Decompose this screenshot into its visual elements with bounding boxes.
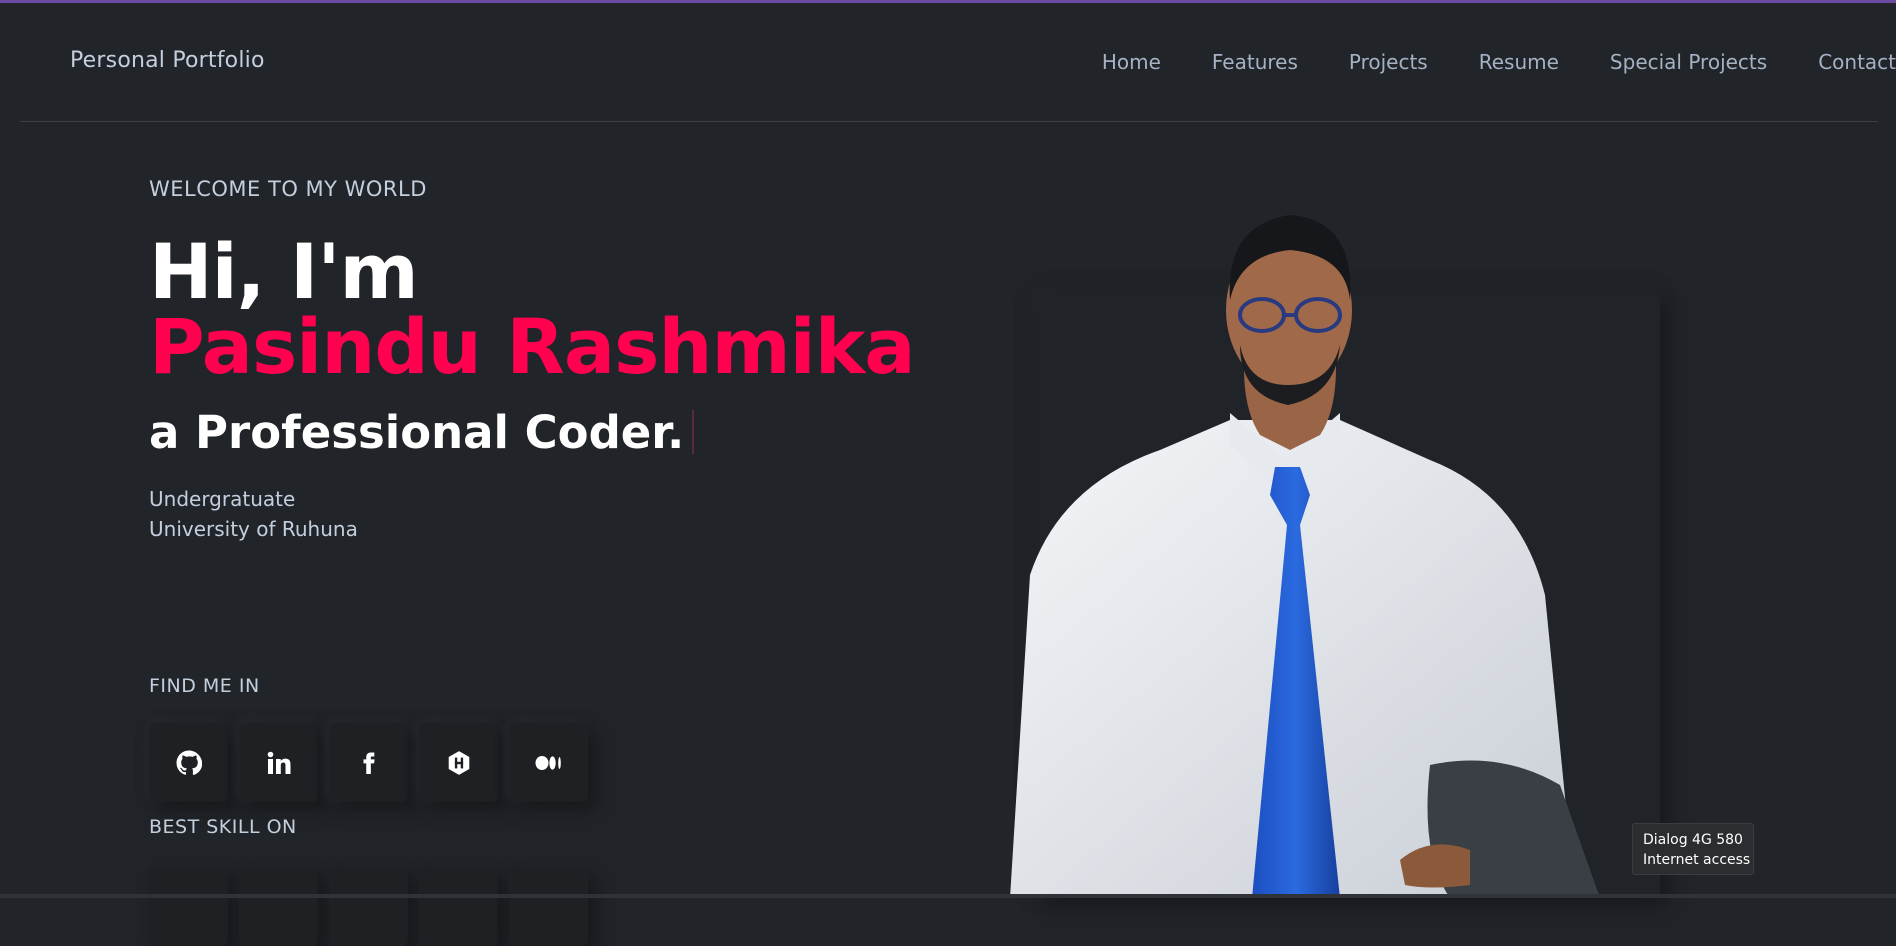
- medium-icon: [535, 755, 561, 770]
- medium-button[interactable]: [509, 723, 588, 802]
- hashnode-icon: [448, 750, 469, 775]
- nav-contact[interactable]: Contact: [1818, 50, 1896, 74]
- skill-tile[interactable]: [509, 867, 588, 946]
- network-status: Internet access: [1643, 852, 1751, 868]
- facebook-button[interactable]: [329, 723, 408, 802]
- nav-resume[interactable]: Resume: [1479, 50, 1559, 74]
- skill-tile[interactable]: [329, 867, 408, 946]
- welcome-subtitle: WELCOME TO MY WORLD: [149, 177, 427, 201]
- name-heading: Pasindu Rashmika: [149, 302, 916, 391]
- nav-special-projects[interactable]: Special Projects: [1610, 50, 1767, 74]
- find-me-label: FIND ME IN: [149, 675, 260, 697]
- main-nav: Home Features Projects Resume Special Pr…: [1051, 50, 1896, 74]
- role-text: a Professional Coder.: [149, 406, 685, 459]
- nav-features[interactable]: Features: [1212, 50, 1298, 74]
- github-icon: [176, 750, 202, 775]
- github-button[interactable]: [149, 723, 228, 802]
- bottom-edge: [0, 894, 1896, 898]
- skill-tile[interactable]: [239, 867, 318, 946]
- typing-cursor: [692, 410, 695, 454]
- skills-row: [149, 867, 599, 946]
- linkedin-icon: [267, 751, 290, 774]
- role-typewriter: a Professional Coder.: [149, 406, 695, 459]
- facebook-icon: [363, 751, 375, 774]
- education-degree: Undergratuate: [149, 487, 296, 511]
- education-info: Undergratuate University of Ruhuna: [149, 484, 358, 544]
- hero-section: WELCOME TO MY WORLD Hi, I'm Pasindu Rash…: [149, 0, 949, 946]
- social-links: [149, 723, 599, 802]
- nav-projects[interactable]: Projects: [1349, 50, 1428, 74]
- hashnode-button[interactable]: [419, 723, 498, 802]
- education-university: University of Ruhuna: [149, 517, 358, 541]
- portrait-photo: [1010, 215, 1600, 898]
- skill-tile[interactable]: [419, 867, 498, 946]
- nav-home[interactable]: Home: [1102, 50, 1161, 74]
- network-name: Dialog 4G 580: [1643, 832, 1743, 848]
- linkedin-button[interactable]: [239, 723, 318, 802]
- skill-tile[interactable]: [149, 867, 228, 946]
- network-toast: Dialog 4G 580 Internet access: [1632, 823, 1754, 875]
- best-skill-label: BEST SKILL ON: [149, 816, 297, 838]
